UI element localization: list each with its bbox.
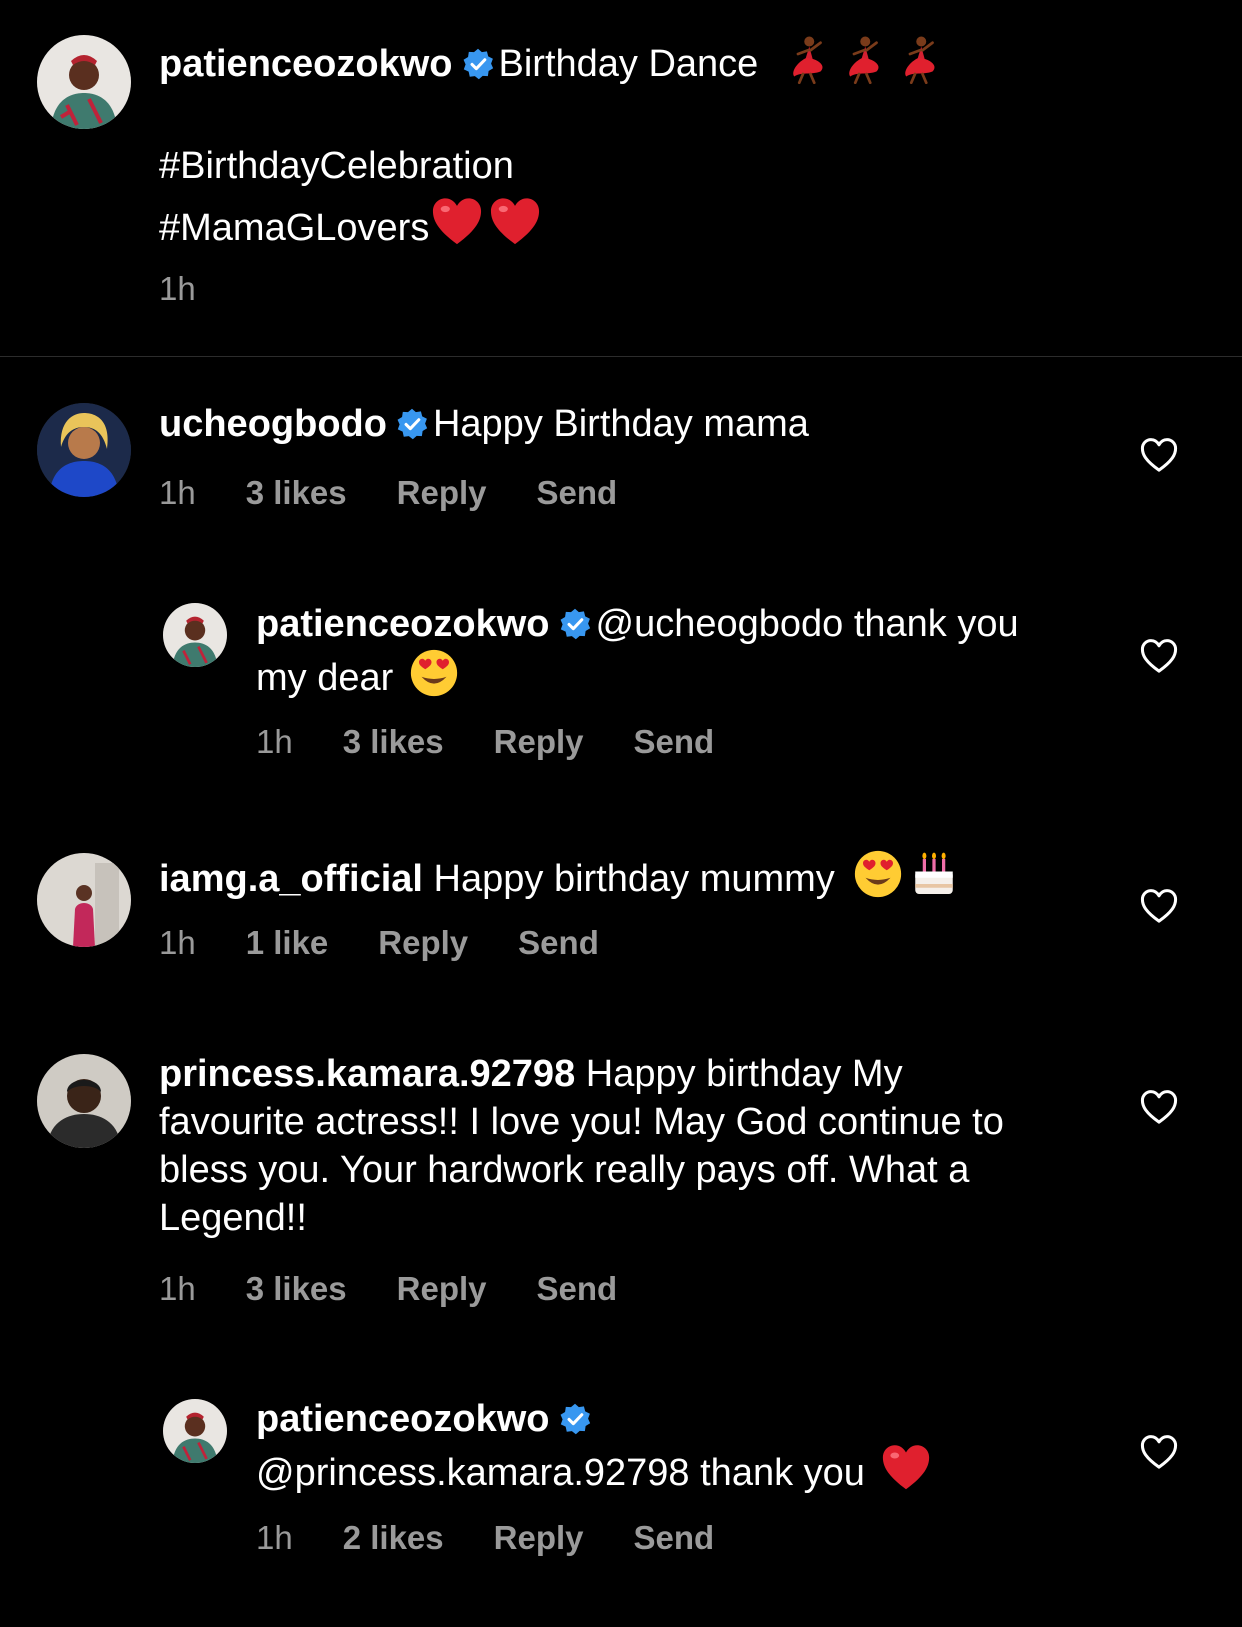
username[interactable]: patienceozokwo xyxy=(256,603,550,645)
likes-count[interactable]: 2 likes xyxy=(343,1519,444,1556)
verified-badge-icon xyxy=(395,407,429,441)
verified-badge-icon xyxy=(558,607,592,641)
hashtag-birthday-celebration[interactable]: #BirthdayCelebration xyxy=(159,145,514,187)
avatar[interactable] xyxy=(37,853,131,947)
red-heart-emoji-icon xyxy=(431,196,483,248)
comment-meta: 1h 3 likes Reply Send xyxy=(159,1269,667,1309)
avatar[interactable] xyxy=(37,1054,131,1148)
comment-text: ucheogbodo Happy Birthday mama xyxy=(159,400,1109,448)
send-button[interactable]: Send xyxy=(634,723,715,760)
reply-button[interactable]: Reply xyxy=(494,723,584,760)
reply-button[interactable]: Reply xyxy=(494,1519,584,1556)
birthday-cake-emoji-icon xyxy=(909,849,959,899)
comment-meta: 1h 2 likes Reply Send xyxy=(256,1518,764,1558)
reply-button[interactable]: Reply xyxy=(397,474,487,511)
verified-badge-icon xyxy=(461,47,495,81)
hashtag-mamag-lovers[interactable]: #MamaGLovers xyxy=(159,207,429,249)
comment-time: 1h xyxy=(159,1270,196,1307)
heart-outline-icon[interactable] xyxy=(1140,638,1178,674)
divider xyxy=(0,356,1242,357)
heart-outline-icon[interactable] xyxy=(1140,437,1178,473)
dancer-emoji-icon xyxy=(895,34,945,84)
likes-count[interactable]: 3 likes xyxy=(246,1270,347,1307)
caption-line: patienceozokwo Birthday Dance xyxy=(159,34,1159,88)
red-heart-emoji-icon xyxy=(881,1443,931,1493)
heart-outline-icon[interactable] xyxy=(1140,1089,1178,1125)
send-button[interactable]: Send xyxy=(634,1519,715,1556)
red-heart-emoji-icon xyxy=(489,196,541,248)
comment-meta: 1h 3 likes Reply Send xyxy=(159,473,667,513)
caption-text: Birthday Dance xyxy=(498,43,759,85)
hashtag[interactable]: #BirthdayCelebration xyxy=(159,142,514,190)
comment-body: Happy birthday mummy xyxy=(433,858,835,900)
send-button[interactable]: Send xyxy=(537,474,618,511)
avatar[interactable] xyxy=(163,1399,227,1463)
likes-count[interactable]: 1 like xyxy=(246,924,329,961)
avatar[interactable] xyxy=(37,35,131,129)
likes-count[interactable]: 3 likes xyxy=(343,723,444,760)
dancer-emoji-icon xyxy=(783,34,833,84)
username[interactable]: patienceozokwo xyxy=(256,1398,550,1440)
username[interactable]: princess.kamara.92798 xyxy=(159,1053,575,1095)
comment-time: 1h xyxy=(159,474,196,511)
verified-badge-icon xyxy=(558,1402,592,1436)
heart-eyes-emoji-icon xyxy=(853,849,903,899)
username[interactable]: patienceozokwo xyxy=(159,43,453,85)
comment-time: 1h xyxy=(256,723,293,760)
comment-text: princess.kamara.92798 Happy birthday My … xyxy=(159,1050,1039,1242)
username[interactable]: iamg.a_official xyxy=(159,858,423,900)
reply-button[interactable]: Reply xyxy=(397,1270,487,1307)
comment-text: patienceozokwo @princess.kamara.92798 tha… xyxy=(256,1395,1076,1497)
reply-button[interactable]: Reply xyxy=(378,924,468,961)
comment-body: Happy Birthday mama xyxy=(432,403,809,445)
comment-text: iamg.a_official Happy birthday mummy xyxy=(159,849,1159,903)
send-button[interactable]: Send xyxy=(518,924,599,961)
likes-count[interactable]: 3 likes xyxy=(246,474,347,511)
comment-body: @princess.kamara.92798 thank you xyxy=(256,1452,865,1494)
send-button[interactable]: Send xyxy=(537,1270,618,1307)
heart-eyes-emoji-icon xyxy=(409,648,459,698)
comment-meta: 1h 1 like Reply Send xyxy=(159,923,649,963)
dancer-emoji-icon xyxy=(839,34,889,84)
avatar[interactable] xyxy=(163,603,227,667)
avatar[interactable] xyxy=(37,403,131,497)
comment-text: patienceozokwo @ucheogbodo thank you my d… xyxy=(256,600,1076,702)
comment-time: 1h xyxy=(256,1519,293,1556)
heart-outline-icon[interactable] xyxy=(1140,1434,1178,1470)
hashtag-line: #MamaGLovers xyxy=(159,196,541,252)
heart-outline-icon[interactable] xyxy=(1140,888,1178,924)
comment-time: 1h xyxy=(159,924,196,961)
caption-time: 1h xyxy=(159,270,196,307)
comment-meta: 1h 3 likes Reply Send xyxy=(256,722,764,762)
username[interactable]: ucheogbodo xyxy=(159,403,387,445)
